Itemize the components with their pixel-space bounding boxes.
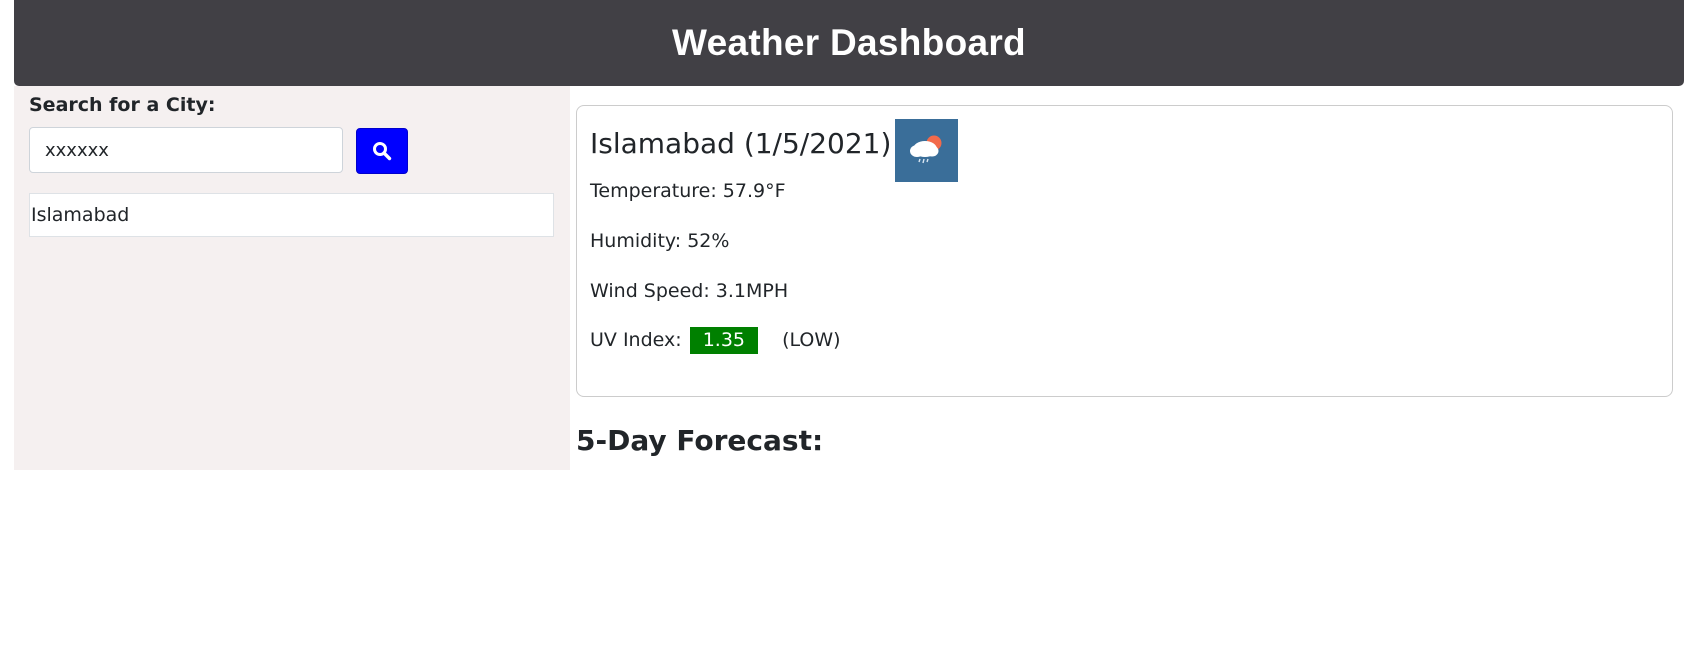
- uv-rating-text: (LOW): [782, 329, 841, 351]
- wind-speed-text: Wind Speed: 3.1MPH: [590, 280, 789, 302]
- forecast-heading: 5-Day Forecast:: [576, 424, 824, 457]
- uv-index-row: UV Index: 1.35 (LOW): [590, 327, 841, 354]
- city-search-input[interactable]: [29, 127, 343, 173]
- app-header: Weather Dashboard: [14, 0, 1684, 86]
- humidity-text: Humidity: 52%: [590, 230, 730, 252]
- history-item-islamabad[interactable]: Islamabad: [29, 193, 554, 237]
- uv-index-badge: 1.35: [689, 327, 759, 354]
- page-title: Weather Dashboard: [672, 22, 1026, 63]
- search-history-list: Islamabad: [29, 193, 554, 237]
- search-icon: [373, 142, 392, 161]
- cloud-rain-sun-icon: [895, 119, 958, 182]
- uv-index-label: UV Index:: [590, 329, 682, 351]
- sidebar: Search for a City: Islamabad: [14, 86, 570, 470]
- search-label: Search for a City:: [29, 94, 216, 116]
- current-city-title: Islamabad (1/5/2021): [590, 127, 892, 160]
- search-button[interactable]: [356, 128, 408, 174]
- temperature-text: Temperature: 57.9°F: [590, 180, 786, 202]
- current-weather-card: Islamabad (1/5/2021) Temperature: 57.9°F…: [576, 105, 1673, 397]
